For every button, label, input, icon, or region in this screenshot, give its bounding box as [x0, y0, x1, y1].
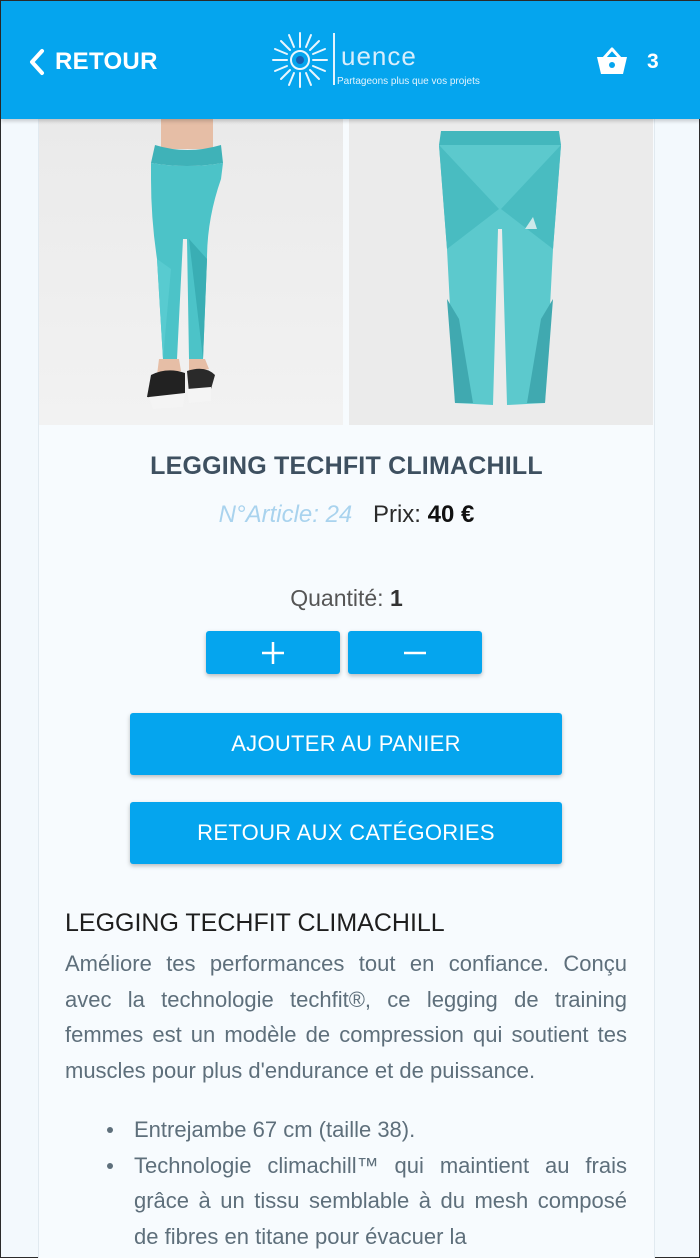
description-text: Améliore tes performances tout en confia… [65, 951, 627, 1083]
quantity-decrease-button[interactable] [348, 631, 482, 674]
feature-item: Technologie climachill™ qui maintient au… [65, 1148, 627, 1255]
price-value: 40 € [427, 501, 475, 528]
feature-list: Entrejambe 67 cm (taille 38). Technologi… [65, 1112, 627, 1254]
minus-icon [404, 651, 426, 654]
price-label: Prix: [372, 501, 421, 528]
back-to-categories-button[interactable]: RETOUR AUX CATÉGORIES [130, 802, 562, 864]
article-number: N°Article: 24 [218, 501, 353, 528]
logo-word: uence [341, 41, 417, 71]
product-image-model[interactable] [39, 119, 343, 425]
quantity-value: 1 [389, 585, 403, 611]
cart-count[interactable]: 3 [647, 50, 659, 74]
logo-tagline: Partageons plus que vos projets [337, 76, 480, 87]
quantity-display: Quantité: 1 [38, 585, 655, 612]
feature-item: Entrejambe 67 cm (taille 38). [65, 1112, 627, 1148]
product-meta: N°Article: 24 Prix: 40 € [38, 501, 655, 529]
quantity-increase-button[interactable] [206, 631, 340, 674]
feature-text: Technologie climachill™ qui maintient au… [134, 1152, 627, 1249]
bullet-dot [107, 1162, 113, 1169]
flat-legging-illustration [439, 131, 561, 405]
model-legging-illustration [147, 119, 223, 409]
basket-icon[interactable] [595, 46, 629, 76]
back-label: RETOUR [55, 48, 158, 75]
bullet-dot [107, 1127, 113, 1133]
back-button[interactable]: RETOUR [27, 45, 158, 79]
logo-burst-icon [272, 32, 328, 88]
logo[interactable]: uence Partageons plus que vos projets [269, 29, 499, 91]
chevron-left-icon [30, 49, 44, 75]
product-image-flat[interactable] [349, 119, 653, 425]
logo-divider [333, 33, 335, 85]
add-to-cart-button[interactable]: AJOUTER AU PANIER [130, 713, 562, 775]
quantity-label: Quantité: [290, 585, 384, 611]
top-bar: RETOUR uence Partageons plus que vos pro… [1, 1, 700, 119]
description-heading: LEGGING TECHFIT CLIMACHILL [65, 909, 445, 937]
plus-icon [262, 641, 284, 664]
product-title: LEGGING TECHFIT CLIMACHILL [150, 452, 543, 480]
feature-text: Entrejambe 67 cm (taille 38). [134, 1117, 416, 1142]
